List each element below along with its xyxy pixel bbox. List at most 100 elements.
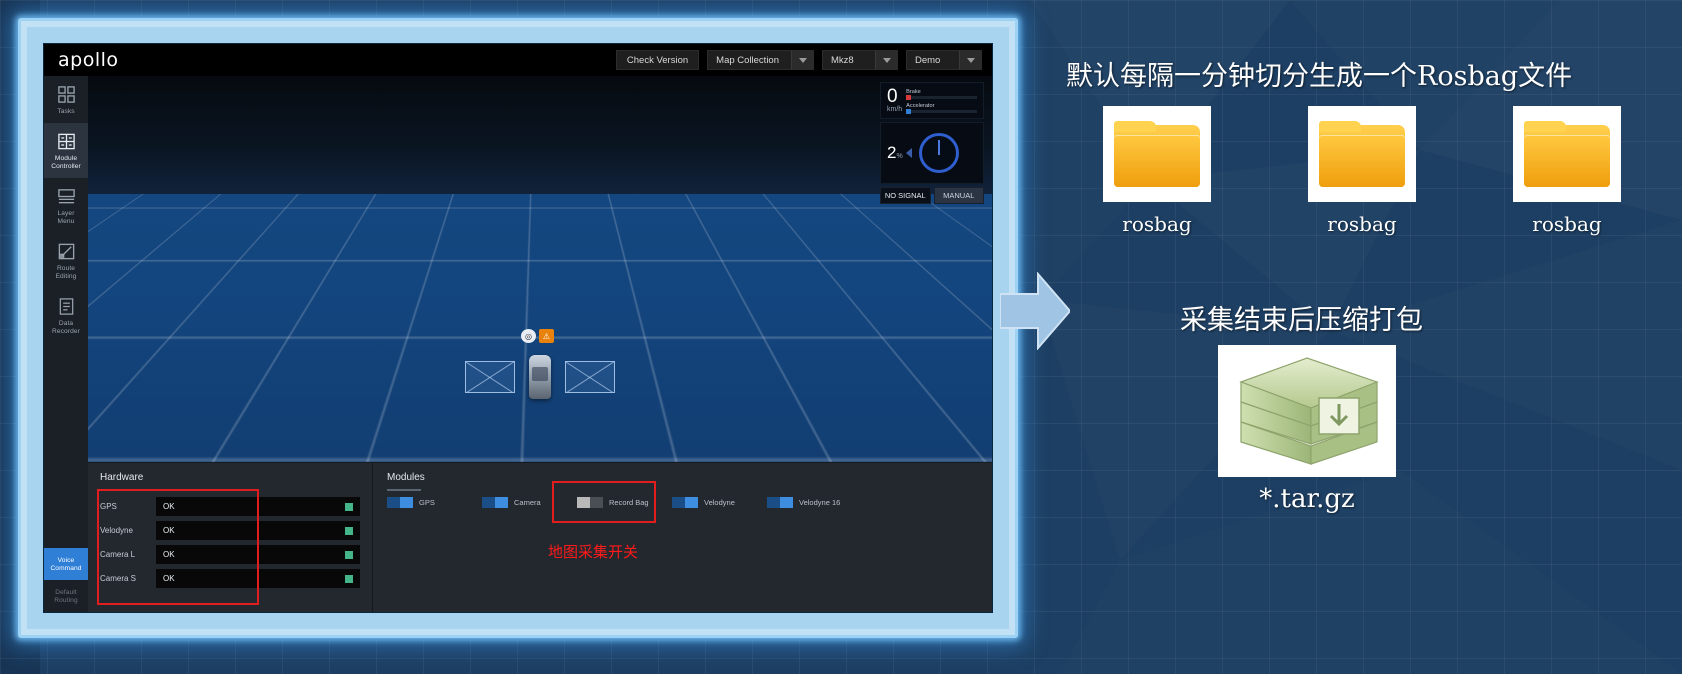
route-icon bbox=[57, 242, 76, 261]
sidebar-item-label-2: Controller bbox=[51, 163, 81, 170]
archive-caption: *.tar.gz bbox=[1218, 484, 1396, 514]
archive-thumbnail bbox=[1218, 345, 1396, 477]
module-item-velodyne[interactable]: Velodyne bbox=[672, 497, 767, 508]
folder-caption: rosbag bbox=[1122, 212, 1191, 236]
archive-icon bbox=[1227, 352, 1387, 470]
map-collection-select[interactable]: Map Collection bbox=[707, 50, 814, 70]
module-item-record-bag[interactable]: Record Bag bbox=[577, 497, 672, 508]
sidebar-item-tasks[interactable]: Tasks bbox=[44, 76, 88, 123]
sidebar-item-label-2: Command bbox=[50, 565, 81, 572]
rosbag-title: 默认每隔一分钟切分生成一个Rosbag文件 bbox=[1066, 54, 1676, 93]
scene-ground-grid bbox=[88, 194, 992, 462]
hardware-row: Camera L OK bbox=[100, 545, 360, 564]
accelerator-dot bbox=[906, 109, 911, 114]
map-marker-icon: ◎ bbox=[521, 329, 536, 343]
module-item-gps[interactable]: GPS bbox=[387, 497, 482, 508]
folder-caption: rosbag bbox=[1532, 212, 1601, 236]
module-item-camera[interactable]: Camera bbox=[482, 497, 577, 508]
steer-left-icon bbox=[906, 148, 912, 158]
chevron-down-icon[interactable] bbox=[875, 51, 897, 69]
sidebar-item-label: Module bbox=[55, 155, 77, 162]
rosbag-folder-item: rosbag bbox=[1492, 106, 1642, 236]
mode-select[interactable]: Demo bbox=[906, 50, 982, 70]
folder-thumbnail bbox=[1513, 106, 1621, 202]
module-label: Record Bag bbox=[609, 498, 649, 507]
sidebar-item-layer-menu[interactable]: Layer Menu bbox=[44, 178, 88, 233]
folder-thumbnail bbox=[1308, 106, 1416, 202]
sidebar-item-label: Voice bbox=[58, 557, 75, 564]
folder-icon bbox=[1524, 121, 1610, 187]
vehicle-select[interactable]: Mkz8 bbox=[822, 50, 898, 70]
toggle-switch[interactable] bbox=[672, 497, 698, 508]
chevron-down-icon[interactable] bbox=[959, 51, 981, 69]
sidebar-item-label-2: Routing bbox=[54, 597, 77, 604]
sidebar-item-label-2: Menu bbox=[58, 218, 75, 225]
hardware-row: Velodyne OK bbox=[100, 521, 360, 540]
steering-wheel-icon bbox=[919, 133, 959, 173]
throttle-unit: % bbox=[896, 153, 902, 160]
folder-caption: rosbag bbox=[1327, 212, 1396, 236]
sidebar-item-voice-command[interactable]: Voice Command bbox=[44, 548, 88, 580]
check-version-button[interactable]: Check Version bbox=[616, 50, 699, 70]
hardware-status: OK bbox=[156, 497, 360, 516]
sidebar-item-label: Route bbox=[57, 265, 75, 272]
pedal-indicators: Brake Accelerator bbox=[906, 88, 977, 113]
sidebar-item-data-recorder[interactable]: Data Recorder bbox=[44, 288, 88, 343]
sidebar-item-module-controller[interactable]: Module Controller bbox=[44, 123, 88, 178]
hardware-name: Velodyne bbox=[100, 526, 156, 535]
speed-readout: 0 km/h bbox=[887, 88, 902, 113]
toggle-switch[interactable] bbox=[577, 497, 603, 508]
ego-vehicle-group: ◎ ⚠ bbox=[465, 351, 615, 407]
module-label: Velodyne 16 bbox=[799, 498, 840, 507]
modules-row: GPS Camera Record Bag Velodyne Velodyne … bbox=[387, 497, 978, 508]
rosbag-folder-item: rosbag bbox=[1082, 106, 1232, 236]
status-row: NO SIGNAL MANUAL bbox=[880, 187, 984, 204]
sidebar-item-route-editing[interactable]: Route Editing bbox=[44, 233, 88, 288]
scene-view[interactable]: ◎ ⚠ 0 km/h Brake Accelerator 2 % NO SIGN… bbox=[88, 76, 992, 612]
hardware-panel: Hardware GPS OK Velodyne OK Camera L OK … bbox=[88, 463, 373, 612]
hardware-status: OK bbox=[156, 521, 360, 540]
hardware-status: OK bbox=[156, 545, 360, 564]
rosbag-folder-row: rosbag rosbag rosbag bbox=[1082, 106, 1642, 236]
status-indicator-icon bbox=[345, 575, 353, 583]
apollo-logo: apollo bbox=[58, 49, 119, 71]
sidebar: Tasks Module Controller Layer Menu Route… bbox=[44, 76, 88, 612]
toggle-switch[interactable] bbox=[767, 497, 793, 508]
sidebar-item-label: Data bbox=[59, 320, 73, 327]
ego-vehicle-icon bbox=[529, 355, 551, 399]
sidebar-item-label: Tasks bbox=[57, 108, 74, 116]
status-indicator-icon bbox=[345, 503, 353, 511]
sidebar-spacer bbox=[44, 343, 88, 548]
chevron-down-icon[interactable] bbox=[791, 51, 813, 69]
brake-indicator: Brake bbox=[906, 89, 977, 99]
hardware-status-text: OK bbox=[163, 574, 175, 583]
toggle-switch[interactable] bbox=[482, 497, 508, 508]
sidebar-item-label-2: Recorder bbox=[52, 328, 80, 335]
sidebar-item-label-2: Editing bbox=[56, 273, 77, 280]
module-icon bbox=[57, 132, 76, 151]
accelerator-indicator: Accelerator bbox=[906, 103, 977, 113]
sidebar-item-label: Layer bbox=[58, 210, 75, 217]
module-label: Velodyne bbox=[704, 498, 735, 507]
folder-icon bbox=[1319, 121, 1405, 187]
header-controls: Check Version Map Collection Mkz8 Demo bbox=[616, 50, 982, 70]
vehicle-value: Mkz8 bbox=[823, 51, 875, 69]
hardware-status-text: OK bbox=[163, 550, 175, 559]
modules-panel: Modules GPS Camera Record Bag Velodyne V… bbox=[373, 463, 992, 612]
toggle-switch[interactable] bbox=[387, 497, 413, 508]
bottom-panels: Hardware GPS OK Velodyne OK Camera L OK … bbox=[88, 462, 992, 612]
sidebar-item-default-routing[interactable]: Default Routing bbox=[44, 580, 88, 612]
status-indicator-icon bbox=[345, 527, 353, 535]
bounding-box-left bbox=[465, 361, 515, 393]
hardware-annotation: 确认传感器状态OK bbox=[92, 611, 219, 612]
speed-card: 0 km/h Brake Accelerator bbox=[880, 82, 984, 119]
scene-sky bbox=[88, 76, 992, 194]
hardware-name: Camera L bbox=[100, 550, 156, 559]
pack-title: 采集结束后压缩打包 bbox=[1180, 298, 1423, 337]
sidebar-item-label: Default bbox=[55, 589, 77, 596]
folder-thumbnail bbox=[1103, 106, 1211, 202]
map-collection-value: Map Collection bbox=[708, 51, 791, 69]
module-item-velodyne-16[interactable]: Velodyne 16 bbox=[767, 497, 862, 508]
brake-dot bbox=[906, 95, 911, 100]
layers-icon bbox=[57, 187, 76, 206]
